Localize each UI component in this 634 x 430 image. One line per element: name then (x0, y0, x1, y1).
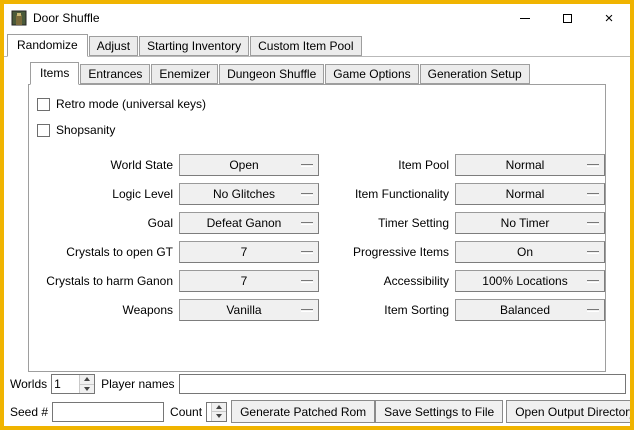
dropdown-indicator-icon (301, 193, 313, 196)
timer-setting-label: Timer Setting (325, 216, 449, 230)
arrow-up-icon (216, 405, 222, 409)
inner-tabbar: Items Entrances Enemizer Dungeon Shuffle… (30, 62, 610, 84)
goal-label: Goal (35, 216, 173, 230)
worlds-spin-buttons (79, 375, 94, 393)
dropdown-indicator-icon (587, 193, 599, 196)
crystals-harm-ganon-dropdown[interactable]: 7 (179, 270, 319, 292)
worlds-input[interactable] (52, 375, 79, 393)
dropdown-indicator-icon (301, 309, 313, 312)
spin-down-button[interactable] (212, 411, 226, 421)
tab-randomize[interactable]: Randomize (7, 34, 88, 57)
minimize-button[interactable] (504, 4, 546, 32)
app-window: Door Shuffle × Randomize Adjust Starting… (0, 0, 634, 430)
worlds-stepper[interactable] (51, 374, 95, 394)
checkbox-icon (37, 124, 50, 137)
world-state-dropdown[interactable]: Open (179, 154, 319, 176)
tab-entrances[interactable]: Entrances (80, 64, 150, 84)
tab-starting-inventory[interactable]: Starting Inventory (139, 36, 249, 56)
arrow-up-icon (84, 377, 90, 381)
dropdown-indicator-icon (301, 164, 313, 167)
dropdown-indicator-icon (301, 280, 313, 283)
spin-up-button[interactable] (80, 375, 94, 384)
shopsanity-label: Shopsanity (56, 123, 115, 137)
settings-grid: World State Open Item Pool Normal Logic … (35, 154, 605, 321)
dropdown-indicator-icon (587, 309, 599, 312)
maximize-icon (563, 14, 572, 23)
dropdown-indicator-icon (301, 222, 313, 225)
item-pool-label: Item Pool (325, 158, 449, 172)
item-functionality-label: Item Functionality (325, 187, 449, 201)
timer-setting-dropdown[interactable]: No Timer (455, 212, 605, 234)
progressive-items-dropdown[interactable]: On (455, 241, 605, 263)
tab-dungeon-shuffle[interactable]: Dungeon Shuffle (219, 64, 324, 84)
progressive-items-label: Progressive Items (325, 245, 449, 259)
weapons-label: Weapons (35, 303, 173, 317)
item-sorting-dropdown[interactable]: Balanced (455, 299, 605, 321)
crystals-open-gt-dropdown[interactable]: 7 (179, 241, 319, 263)
seed-label: Seed # (10, 405, 48, 419)
checkbox-icon (37, 98, 50, 111)
outer-tabbar: Randomize Adjust Starting Inventory Cust… (4, 34, 630, 57)
worlds-label: Worlds (10, 377, 47, 391)
tab-game-options[interactable]: Game Options (325, 64, 418, 84)
close-button[interactable]: × (588, 4, 630, 32)
window-controls: × (504, 4, 630, 32)
tab-items[interactable]: Items (30, 62, 79, 85)
player-names-label: Player names (101, 377, 174, 391)
generate-patched-rom-button[interactable]: Generate Patched Rom (231, 400, 375, 423)
arrow-down-icon (216, 414, 222, 418)
items-tab-pane: Retro mode (universal keys) Shopsanity W… (28, 84, 606, 372)
goal-dropdown[interactable]: Defeat Ganon (179, 212, 319, 234)
window-title: Door Shuffle (33, 11, 100, 25)
tab-custom-item-pool[interactable]: Custom Item Pool (250, 36, 361, 56)
app-icon[interactable] (11, 10, 27, 26)
seed-row: Seed # Count Generate Patched Rom Save S… (4, 400, 630, 423)
dropdown-indicator-icon (587, 280, 599, 283)
titlebar: Door Shuffle × (4, 4, 630, 32)
tab-enemizer[interactable]: Enemizer (151, 64, 218, 84)
player-names-input[interactable] (179, 374, 627, 394)
arrow-down-icon (84, 387, 90, 391)
logic-level-label: Logic Level (35, 187, 173, 201)
weapons-dropdown[interactable]: Vanilla (179, 299, 319, 321)
count-label: Count (170, 405, 202, 419)
item-functionality-dropdown[interactable]: Normal (455, 183, 605, 205)
minimize-icon (520, 18, 530, 19)
count-stepper[interactable] (206, 402, 227, 422)
dropdown-indicator-icon (301, 251, 313, 254)
count-spin-buttons (211, 403, 226, 421)
retro-mode-checkbox[interactable]: Retro mode (universal keys) (37, 95, 605, 113)
shopsanity-checkbox[interactable]: Shopsanity (37, 121, 605, 139)
spin-up-button[interactable] (212, 403, 226, 412)
worlds-row: Worlds Player names (4, 373, 630, 395)
spin-down-button[interactable] (80, 384, 94, 394)
crystals-open-gt-label: Crystals to open GT (35, 245, 173, 259)
open-output-directory-button[interactable]: Open Output Directory (506, 400, 634, 423)
seed-input[interactable] (52, 402, 164, 422)
save-settings-button[interactable]: Save Settings to File (375, 400, 503, 423)
tab-generation-setup[interactable]: Generation Setup (420, 64, 530, 84)
accessibility-label: Accessibility (325, 274, 449, 288)
world-state-label: World State (35, 158, 173, 172)
dropdown-indicator-icon (587, 251, 599, 254)
dropdown-indicator-icon (587, 222, 599, 225)
crystals-harm-ganon-label: Crystals to harm Ganon (35, 274, 173, 288)
retro-mode-label: Retro mode (universal keys) (56, 97, 206, 111)
accessibility-dropdown[interactable]: 100% Locations (455, 270, 605, 292)
dropdown-indicator-icon (587, 164, 599, 167)
footer-right-buttons: Save Settings to File Open Output Direct… (375, 400, 634, 423)
maximize-button[interactable] (546, 4, 588, 32)
item-pool-dropdown[interactable]: Normal (455, 154, 605, 176)
logic-level-dropdown[interactable]: No Glitches (179, 183, 319, 205)
close-icon: × (605, 11, 614, 26)
item-sorting-label: Item Sorting (325, 303, 449, 317)
tab-adjust[interactable]: Adjust (89, 36, 138, 56)
